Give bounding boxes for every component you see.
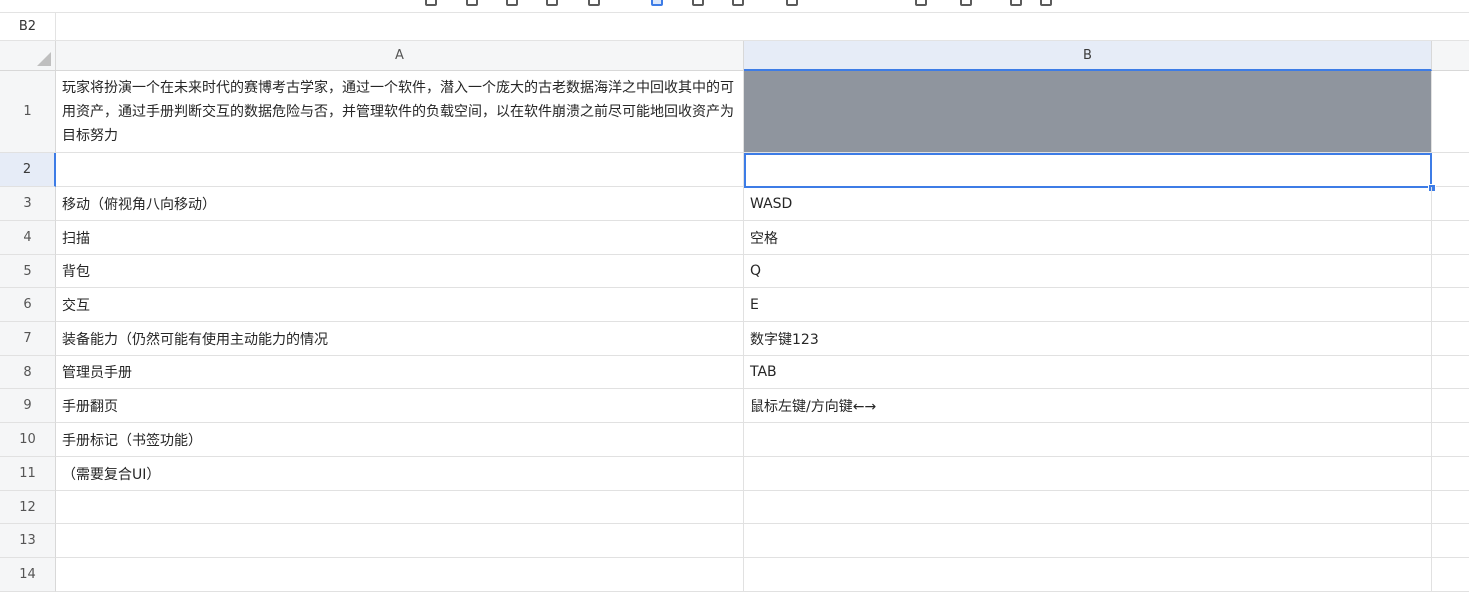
- column-header-b[interactable]: B: [744, 41, 1432, 71]
- row-header[interactable]: 11: [0, 457, 56, 491]
- cell-b[interactable]: [744, 524, 1432, 558]
- cell-empty[interactable]: [1432, 288, 1469, 322]
- toolbar-icon[interactable]: [588, 0, 600, 6]
- cell-a[interactable]: 管理员手册: [56, 356, 744, 389]
- cell-empty[interactable]: [1432, 491, 1469, 524]
- formula-bar: B2: [0, 12, 1469, 41]
- cell-b[interactable]: [744, 153, 1432, 187]
- cell-b[interactable]: [744, 491, 1432, 524]
- cell-empty[interactable]: [1432, 389, 1469, 423]
- row-header[interactable]: 8: [0, 356, 56, 389]
- toolbar-strip: [0, 0, 1469, 10]
- cell-empty[interactable]: [1432, 71, 1469, 153]
- cell-a[interactable]: 背包: [56, 255, 744, 288]
- column-header-empty[interactable]: [1432, 41, 1469, 71]
- formula-input[interactable]: [57, 13, 1469, 40]
- cell-empty[interactable]: [1432, 356, 1469, 389]
- cell-a[interactable]: [56, 524, 744, 558]
- toolbar-icon[interactable]: [960, 0, 972, 6]
- row-header[interactable]: 10: [0, 423, 56, 457]
- cell-b[interactable]: Q: [744, 255, 1432, 288]
- column-header-a[interactable]: A: [56, 41, 744, 71]
- cell-b[interactable]: E: [744, 288, 1432, 322]
- cell-b[interactable]: 空格: [744, 221, 1432, 255]
- cell-a[interactable]: [56, 491, 744, 524]
- row-header[interactable]: 13: [0, 524, 56, 558]
- row-header[interactable]: 5: [0, 255, 56, 288]
- cell-a[interactable]: 扫描: [56, 221, 744, 255]
- row-header[interactable]: 12: [0, 491, 56, 524]
- cell-b[interactable]: [744, 423, 1432, 457]
- cell-a[interactable]: （需要复合UI）: [56, 457, 744, 491]
- row-header[interactable]: 3: [0, 187, 56, 221]
- cell-a[interactable]: 玩家将扮演一个在未来时代的赛博考古学家，通过一个软件，潜入一个庞大的古老数据海洋…: [56, 71, 744, 153]
- cell-empty[interactable]: [1432, 153, 1469, 187]
- select-all-corner[interactable]: [0, 41, 56, 71]
- toolbar-icon[interactable]: [732, 0, 744, 6]
- row-header[interactable]: 9: [0, 389, 56, 423]
- cell-a[interactable]: 交互: [56, 288, 744, 322]
- cell-a[interactable]: [56, 153, 744, 187]
- toolbar-icon[interactable]: [425, 0, 437, 6]
- cell-empty[interactable]: [1432, 187, 1469, 221]
- row-header[interactable]: 2: [0, 153, 56, 187]
- cell-empty[interactable]: [1432, 457, 1469, 491]
- row-header[interactable]: 7: [0, 322, 56, 356]
- cell-b[interactable]: 鼠标左键/方向键←→: [744, 389, 1432, 423]
- cell-a[interactable]: 移动（俯视角八向移动）: [56, 187, 744, 221]
- select-all-icon: [37, 52, 51, 66]
- cell-b-filled[interactable]: [744, 71, 1432, 153]
- cell-a[interactable]: 装备能力（仍然可能有使用主动能力的情况: [56, 322, 744, 356]
- row-header[interactable]: 6: [0, 288, 56, 322]
- cell-empty[interactable]: [1432, 255, 1469, 288]
- toolbar-icon[interactable]: [786, 0, 798, 6]
- cell-b[interactable]: [744, 457, 1432, 491]
- cell-b[interactable]: WASD: [744, 187, 1432, 221]
- toolbar-icon-active[interactable]: [651, 0, 663, 6]
- toolbar-icon[interactable]: [506, 0, 518, 6]
- toolbar-icon[interactable]: [1010, 0, 1022, 6]
- cell-a[interactable]: 手册标记（书签功能）: [56, 423, 744, 457]
- spreadsheet-grid: A B 1 玩家将扮演一个在未来时代的赛博考古学家，通过一个软件，潜入一个庞大的古…: [0, 41, 1469, 592]
- cell-empty[interactable]: [1432, 524, 1469, 558]
- cell-a[interactable]: [56, 558, 744, 592]
- toolbar-icon[interactable]: [1040, 0, 1052, 6]
- toolbar-icon[interactable]: [546, 0, 558, 6]
- cell-b[interactable]: 数字键123: [744, 322, 1432, 356]
- cell-b[interactable]: TAB: [744, 356, 1432, 389]
- toolbar-icon[interactable]: [915, 0, 927, 6]
- row-header[interactable]: 14: [0, 558, 56, 592]
- toolbar-icon[interactable]: [692, 0, 704, 6]
- cell-empty[interactable]: [1432, 558, 1469, 592]
- cell-a[interactable]: 手册翻页: [56, 389, 744, 423]
- cell-empty[interactable]: [1432, 423, 1469, 457]
- row-header[interactable]: 1: [0, 71, 56, 153]
- cell-empty[interactable]: [1432, 322, 1469, 356]
- cell-b[interactable]: [744, 558, 1432, 592]
- toolbar-icon[interactable]: [466, 0, 478, 6]
- name-box[interactable]: B2: [0, 13, 56, 40]
- row-header[interactable]: 4: [0, 221, 56, 255]
- cell-empty[interactable]: [1432, 221, 1469, 255]
